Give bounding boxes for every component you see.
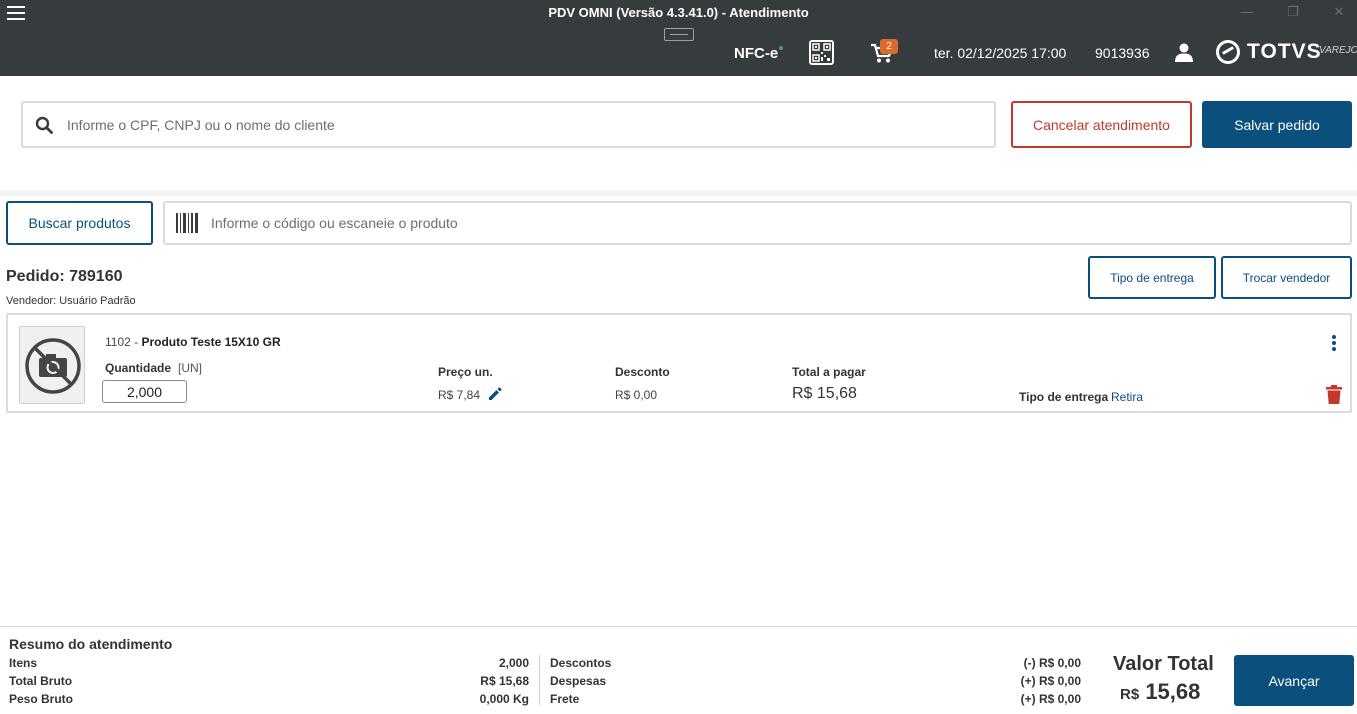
discount-label: Desconto [615, 365, 670, 379]
item-name: Produto Teste 15X10 GR [141, 335, 281, 349]
quantity-unit: [UN] [178, 361, 202, 375]
summary-divider [539, 655, 540, 705]
barcode-icon [176, 213, 198, 233]
title-bar: PDV OMNI (Versão 4.3.41.0) - Atendimento… [0, 0, 1357, 76]
summary-title: Resumo do atendimento [9, 636, 173, 652]
total-due-value: R$ 15,68 [792, 385, 857, 402]
summary-items-label: Itens [9, 656, 38, 670]
grand-total-value: R$ 15,68 [1120, 679, 1200, 705]
delivery-type-button[interactable]: Tipo de entrega [1088, 256, 1216, 299]
brand-sub: VAREJO [1319, 45, 1357, 56]
qr-code-icon[interactable] [809, 40, 834, 65]
summary-items-value: 2,000 [498, 656, 529, 670]
summary-discounts-row: Descontos (-) R$ 0,00 [550, 656, 1081, 670]
advance-button[interactable]: Avançar [1234, 655, 1354, 706]
summary-expenses-label: Despesas [550, 674, 607, 688]
summary-items-row: Itens 2,000 [9, 656, 529, 670]
summary-gross-total-value: R$ 15,68 [480, 674, 529, 688]
summary-gross-total-label: Total Bruto [9, 674, 73, 688]
restore-icon[interactable]: ❐ [1282, 3, 1304, 21]
fiscal-status-dot [779, 46, 783, 50]
quantity-input[interactable] [102, 380, 187, 403]
drag-handle-icon[interactable] [664, 28, 694, 41]
summary-gross-weight-value: 0,000 Kg [479, 692, 529, 706]
attendance-summary: Resumo do atendimento Itens 2,000 Total … [0, 626, 1357, 714]
cancel-attendance-button[interactable]: Cancelar atendimento [1011, 101, 1192, 148]
order-item-card: 1102 - Produto Teste 15X10 GR Quantidade… [6, 313, 1352, 413]
datetime-label: ter. 02/12/2025 17:00 [934, 45, 1067, 61]
summary-gross-weight-label: Peso Bruto [9, 692, 74, 706]
totvs-logo-icon [1216, 40, 1240, 64]
search-products-button[interactable]: Buscar produtos [6, 201, 153, 245]
summary-expenses-value: (+) R$ 0,00 [1020, 674, 1081, 688]
more-options-icon[interactable] [1329, 335, 1339, 353]
unit-price-value: R$ 7,84 [438, 388, 481, 402]
edit-price-icon[interactable] [488, 387, 502, 401]
summary-gross-weight-row: Peso Bruto 0,000 Kg [9, 692, 529, 706]
close-icon[interactable]: ✕ [1328, 3, 1350, 21]
user-icon[interactable] [1174, 42, 1194, 62]
item-delivery-value[interactable]: Retira [1111, 390, 1143, 404]
save-order-button[interactable]: Salvar pedido [1202, 101, 1352, 148]
product-code-input[interactable] [211, 211, 1311, 235]
section-divider [0, 190, 1357, 196]
grand-total-currency: R$ [1120, 686, 1140, 703]
summary-discounts-label: Descontos [550, 656, 612, 670]
summary-expenses-row: Despesas (+) R$ 0,00 [550, 674, 1081, 688]
total-due-label: Total a pagar [792, 365, 866, 379]
seller-label: Vendedor: Usuário Padrão [6, 295, 136, 307]
summary-gross-total-row: Total Bruto R$ 15,68 [9, 674, 529, 688]
item-delivery-label: Tipo de entrega [1019, 390, 1109, 404]
order-number: Pedido: 789160 [6, 268, 123, 285]
discount-value: R$ 0,00 [615, 388, 658, 402]
item-code-name: 1102 - Produto Teste 15X10 GR [105, 335, 281, 349]
fiscal-mode-label: NFC-e [734, 45, 779, 62]
unit-price-label: Preço un. [438, 365, 493, 379]
summary-freight-label: Frete [550, 692, 580, 706]
delete-item-icon[interactable] [1326, 385, 1342, 404]
product-code-field[interactable] [163, 201, 1352, 245]
change-seller-button[interactable]: Trocar vendedor [1221, 256, 1352, 299]
product-image-placeholder [19, 326, 85, 404]
no-image-icon [25, 338, 81, 394]
minimize-icon[interactable]: — [1236, 3, 1258, 21]
quantity-label: Quantidade [105, 361, 172, 375]
cart-count-badge: 2 [880, 39, 898, 54]
window-title: PDV OMNI (Versão 4.3.41.0) - Atendimento [548, 5, 809, 20]
client-search-field[interactable] [21, 101, 996, 148]
brand-name: TOTVS [1247, 40, 1322, 63]
grand-total-amount: 15,68 [1145, 679, 1201, 704]
station-id-label: 9013936 [1095, 45, 1150, 61]
summary-freight-row: Frete (+) R$ 0,00 [550, 692, 1081, 706]
summary-freight-value: (+) R$ 0,00 [1020, 692, 1081, 706]
client-search-input[interactable] [67, 112, 967, 138]
item-code: 1102 - [105, 335, 142, 349]
search-icon [35, 116, 53, 134]
grand-total-label: Valor Total [1113, 653, 1214, 675]
summary-discounts-value: (-) R$ 0,00 [1023, 656, 1081, 670]
